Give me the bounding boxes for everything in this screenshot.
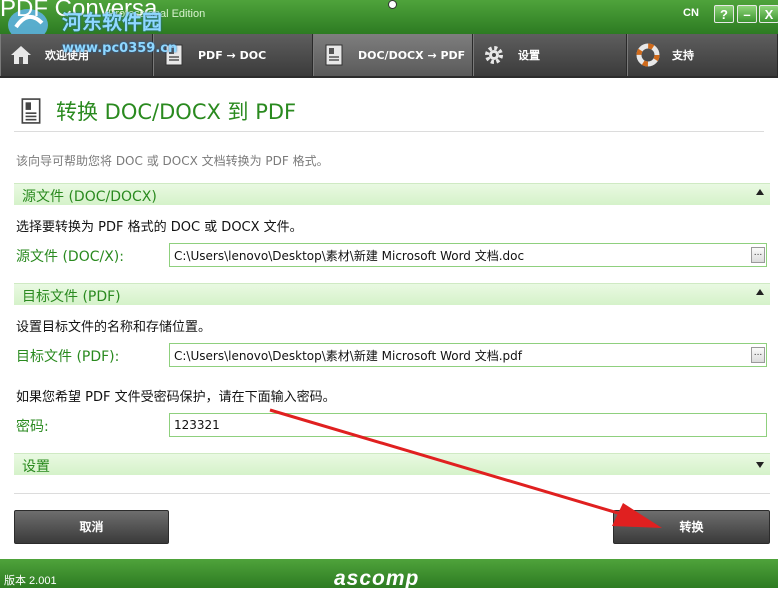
target-file-input[interactable] [172, 346, 752, 364]
source-browse-button[interactable]: ... [751, 247, 765, 263]
intro-text: 该向导可帮助您将 DOC 或 DOCX 文档转换为 PDF 格式。 [16, 154, 329, 168]
cancel-button[interactable]: 取消 [14, 510, 169, 544]
minimize-button[interactable]: – [737, 5, 757, 23]
tab-doc-to-pdf[interactable]: DOC/DOCX → PDF [313, 34, 473, 76]
status-bar: 版本 2.001 ascomp [0, 559, 778, 590]
target-description: 设置目标文件的名称和存储位置。 [16, 320, 212, 335]
source-description: 选择要转换为 PDF 格式的 DOC 或 DOCX 文件。 [16, 220, 303, 235]
source-file-label: 源文件 (DOC/X): [16, 249, 124, 265]
collapse-arrow-icon [756, 189, 764, 195]
section-source-header[interactable]: 源文件 (DOC/DOCX) [14, 183, 770, 205]
source-file-input[interactable] [172, 246, 752, 264]
tab-label: PDF → DOC [198, 48, 267, 62]
page-heading: 转换 DOC/DOCX 到 PDF [18, 96, 296, 126]
expand-arrow-icon [756, 462, 764, 468]
brand-logo: ascomp [334, 567, 420, 590]
tab-support[interactable]: 支持 [627, 34, 778, 76]
title-bar: PDF Conversa Professional Edition 河东软件园 … [0, 0, 778, 37]
watermark-url-text: www.pc0359.cn [62, 41, 178, 56]
close-button[interactable]: X [759, 5, 778, 23]
lifebuoy-icon [636, 43, 660, 67]
version-text: 版本 2.001 [4, 575, 57, 587]
document-icon [325, 44, 343, 66]
mouse-cursor-icon [388, 0, 397, 9]
document-icon [21, 98, 41, 124]
target-browse-button[interactable]: ... [751, 347, 765, 363]
tab-label: DOC/DOCX → PDF [358, 48, 466, 62]
tab-label: 设置 [518, 49, 540, 62]
collapse-arrow-icon [756, 289, 764, 295]
page-title: 转换 DOC/DOCX 到 PDF [56, 100, 297, 124]
password-label: 密码: [16, 419, 49, 435]
tab-label: 支持 [672, 49, 694, 62]
divider [14, 493, 770, 494]
target-file-label: 目标文件 (PDF): [16, 349, 120, 365]
watermark-site-text: 河东软件园 [62, 10, 162, 34]
section-target-header[interactable]: 目标文件 (PDF) [14, 283, 770, 305]
password-description: 如果您希望 PDF 文件受密码保护，请在下面输入密码。 [16, 390, 336, 405]
source-file-field: ... [169, 243, 767, 267]
password-input[interactable] [172, 416, 766, 434]
section-title: 设置 [22, 459, 50, 475]
target-file-field: ... [169, 343, 767, 367]
password-field [169, 413, 767, 437]
convert-button[interactable]: 转换 [613, 510, 770, 544]
section-title: 源文件 (DOC/DOCX) [22, 189, 157, 205]
help-button[interactable]: ? [714, 5, 734, 23]
language-selector[interactable]: CN [683, 7, 699, 19]
section-title: 目标文件 (PDF) [22, 289, 121, 305]
gear-icon [485, 46, 503, 64]
home-icon [11, 46, 31, 64]
tab-settings[interactable]: 设置 [473, 34, 627, 76]
section-settings-header[interactable]: 设置 [14, 453, 770, 475]
divider [14, 131, 764, 132]
